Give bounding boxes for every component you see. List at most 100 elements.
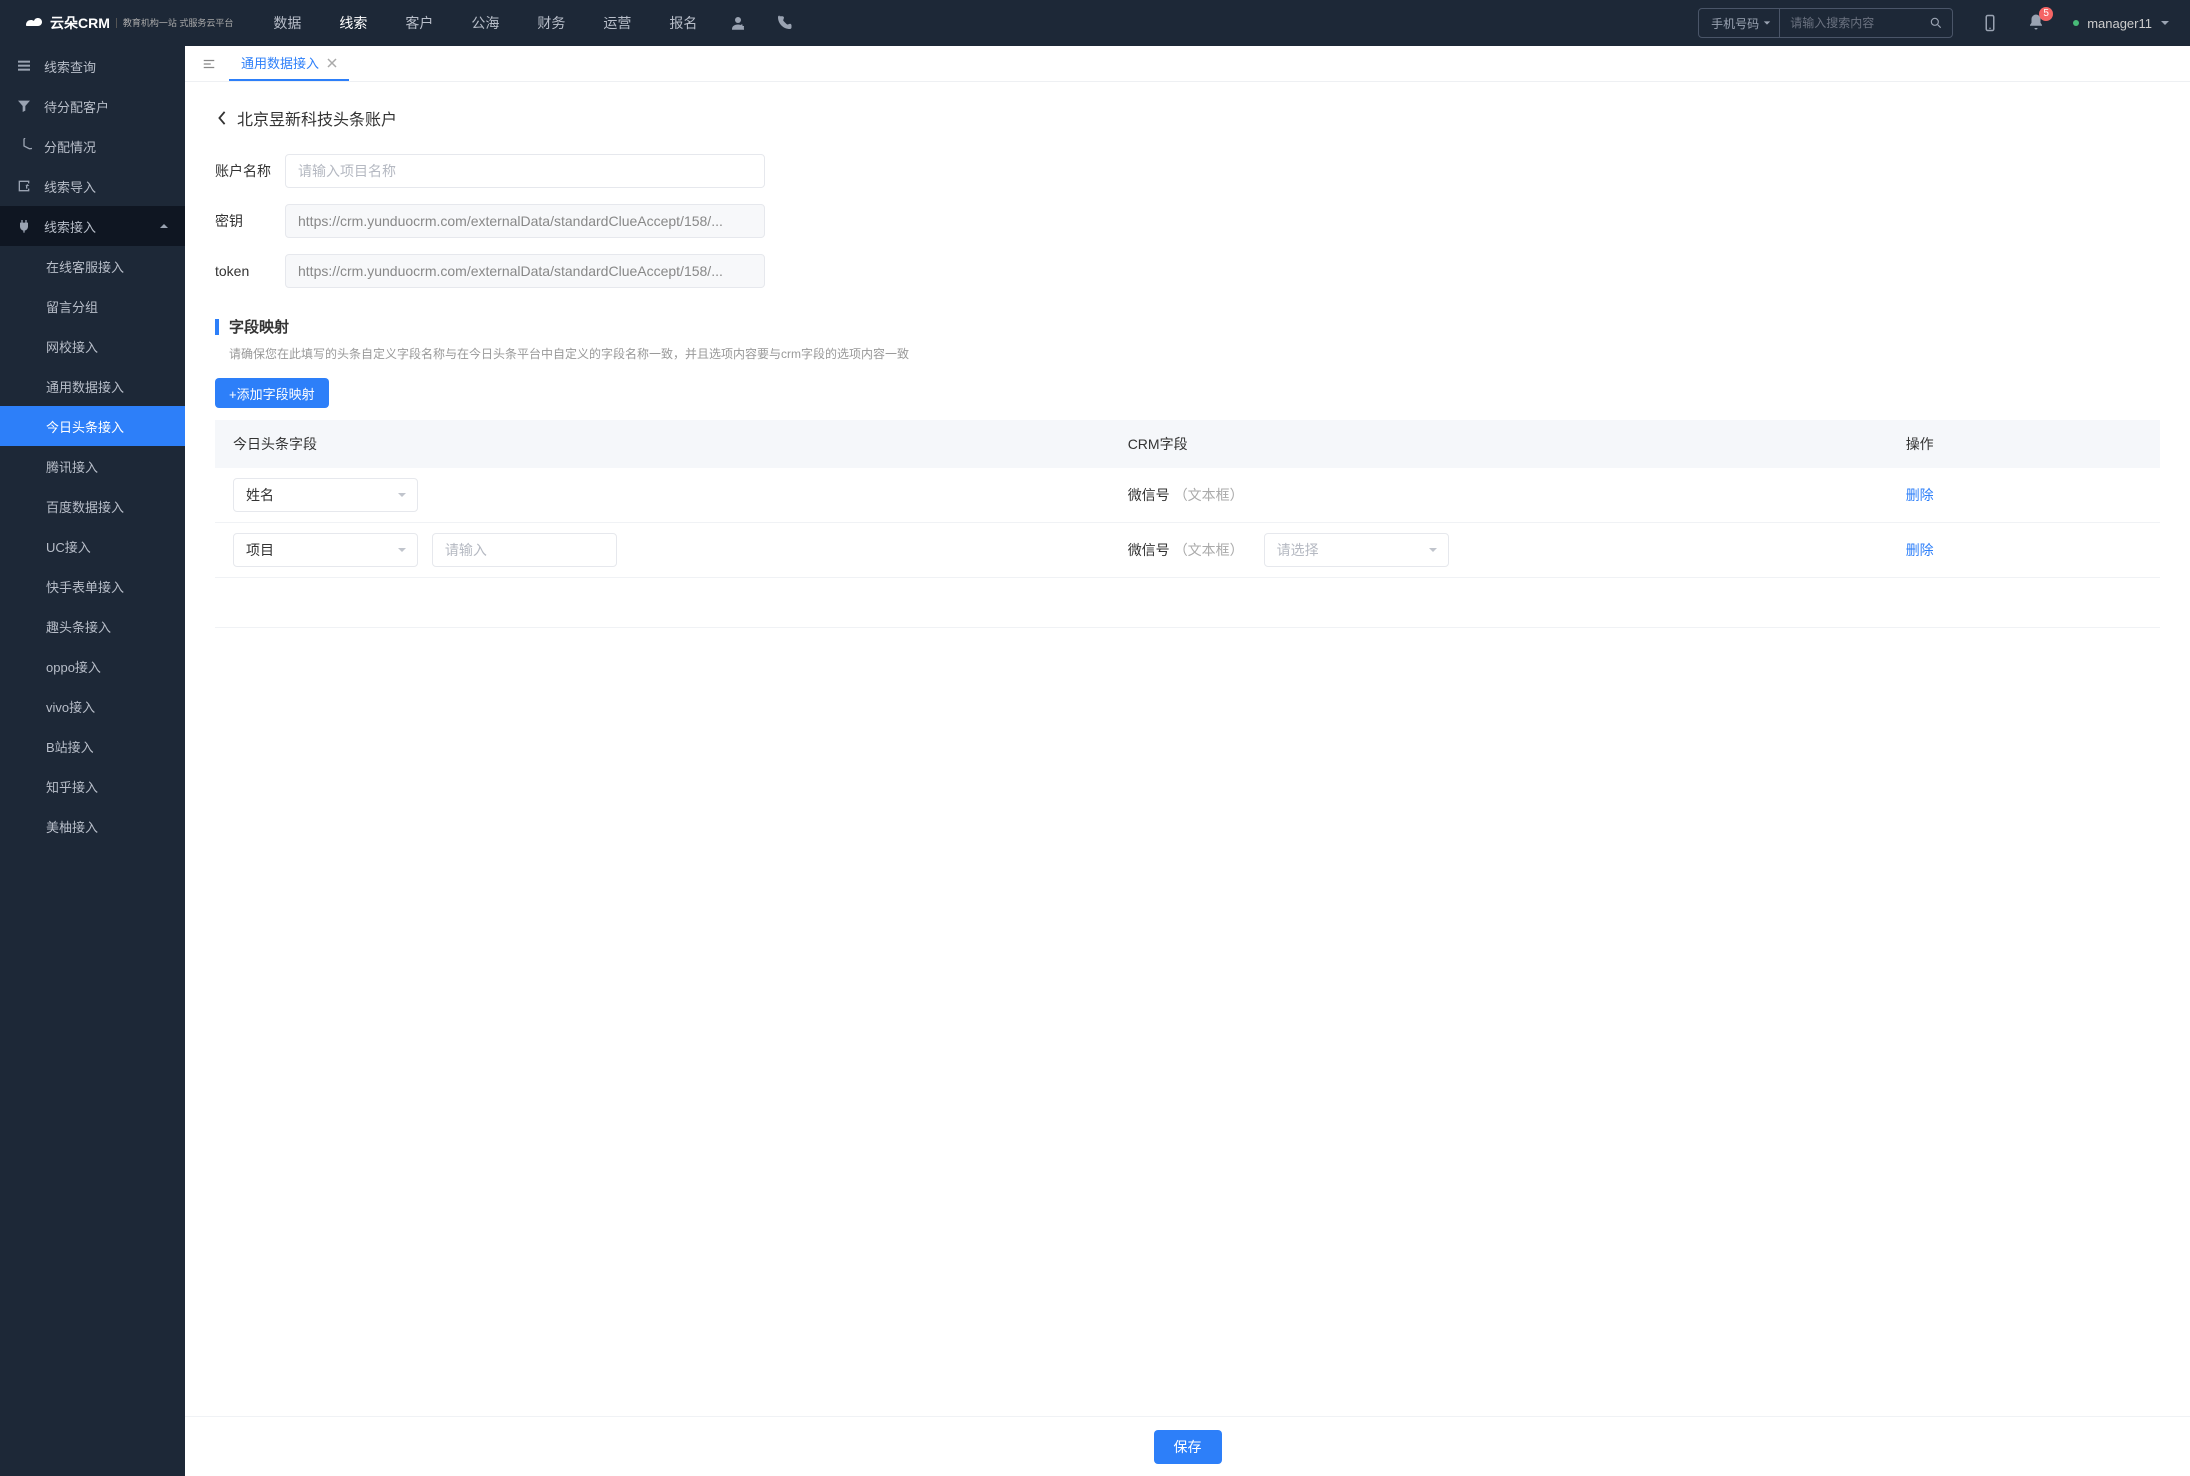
sidebar-sub-vivo[interactable]: vivo接入 xyxy=(0,686,185,726)
top-header: 云朵CRM 教育机构一站 式服务云平台 数据 线索 客户 公海 财务 运营 报名… xyxy=(0,0,2190,46)
sidebar-item-integration[interactable]: 线索接入 xyxy=(0,206,185,246)
delete-link[interactable]: 删除 xyxy=(1906,542,1934,558)
account-label: 账户名称 xyxy=(215,161,285,181)
search-group: 手机号码 xyxy=(1698,8,1953,38)
sidebar-item-import[interactable]: 线索导入 xyxy=(0,166,185,206)
notification-bell[interactable]: 5 xyxy=(2027,13,2045,34)
sidebar-item-allocation[interactable]: 分配情况 xyxy=(0,126,185,166)
user-add-icon[interactable] xyxy=(729,14,747,32)
toutiao-field-select[interactable]: 项目 xyxy=(233,533,418,567)
plug-icon xyxy=(16,218,32,234)
filter-icon xyxy=(16,98,32,114)
collapse-icon xyxy=(202,57,216,71)
sidebar-sub-baidu[interactable]: 百度数据接入 xyxy=(0,486,185,526)
sidebar-sub-bilibili[interactable]: B站接入 xyxy=(0,726,185,766)
breadcrumb[interactable]: 北京昱新科技头条账户 xyxy=(215,106,2160,130)
table-row: 姓名 微信号（文本框） 删除 xyxy=(215,468,2160,523)
nav-data[interactable]: 数据 xyxy=(273,13,301,33)
content: 北京昱新科技头条账户 账户名称 密钥 token 字段映射 请确保您在此填写的头… xyxy=(185,82,2190,1416)
col-toutiao: 今日头条字段 xyxy=(215,420,1110,468)
sidebar-item-clue-query[interactable]: 线索查询 xyxy=(0,46,185,86)
nav-enroll[interactable]: 报名 xyxy=(669,13,697,33)
mobile-icon[interactable] xyxy=(1981,14,1999,32)
nav-finance[interactable]: 财务 xyxy=(537,13,565,33)
crm-field-type: （文本框） xyxy=(1174,542,1244,558)
sidebar-sub-oppo[interactable]: oppo接入 xyxy=(0,646,185,686)
header-icon-group xyxy=(729,14,793,32)
save-button[interactable]: 保存 xyxy=(1154,1430,1222,1464)
logo-subtitle: 教育机构一站 式服务云平台 xyxy=(116,18,234,29)
chevron-down-icon xyxy=(1763,19,1771,27)
section-desc: 请确保您在此填写的头条自定义字段名称与在今日头条平台中自定义的字段名称一致，并且… xyxy=(215,345,2160,362)
sidebar-sub-kuaishou[interactable]: 快手表单接入 xyxy=(0,566,185,606)
back-icon xyxy=(215,111,229,125)
sidebar-sub-tencent[interactable]: 腾讯接入 xyxy=(0,446,185,486)
crm-field-type: （文本框） xyxy=(1174,487,1244,503)
sidebar-sub-toutiao[interactable]: 今日头条接入 xyxy=(0,406,185,446)
tab-generic-data[interactable]: 通用数据接入 xyxy=(229,46,349,81)
col-action: 操作 xyxy=(1888,420,2160,468)
tab-bar: 通用数据接入 xyxy=(185,46,2190,82)
token-label: token xyxy=(215,263,285,279)
logo-icon xyxy=(20,11,44,35)
sidebar-sub-meiyou[interactable]: 美柚接入 xyxy=(0,806,185,846)
tab-label: 通用数据接入 xyxy=(241,53,319,72)
sidebar-sub-online-cs[interactable]: 在线客服接入 xyxy=(0,246,185,286)
footer-bar: 保存 xyxy=(185,1416,2190,1476)
notification-badge: 5 xyxy=(2039,7,2053,21)
chevron-down-icon xyxy=(397,490,407,500)
search-button[interactable] xyxy=(1920,9,1952,37)
search-input[interactable] xyxy=(1780,16,1920,30)
mapping-table: 今日头条字段 CRM字段 操作 姓名 微 xyxy=(215,420,2160,628)
account-input[interactable] xyxy=(285,154,765,188)
pie-icon xyxy=(16,138,32,154)
nav-customers[interactable]: 客户 xyxy=(405,13,433,33)
sidebar-sub-uc[interactable]: UC接入 xyxy=(0,526,185,566)
crm-field-label: 微信号 xyxy=(1128,487,1170,503)
close-icon[interactable] xyxy=(327,58,337,68)
user-menu[interactable]: manager11 xyxy=(2073,16,2170,31)
search-type-label: 手机号码 xyxy=(1711,15,1759,32)
crm-value-select[interactable]: 请选择 xyxy=(1264,533,1449,567)
sidebar-sub-zhihu[interactable]: 知乎接入 xyxy=(0,766,185,806)
sidebar-collapse-button[interactable] xyxy=(193,48,225,80)
add-mapping-button[interactable]: +添加字段映射 xyxy=(215,378,329,408)
crm-field-label: 微信号 xyxy=(1128,542,1170,558)
search-type-select[interactable]: 手机号码 xyxy=(1699,9,1780,37)
chevron-down-icon xyxy=(1428,545,1438,555)
toutiao-custom-input[interactable] xyxy=(432,533,617,567)
sidebar-sub-school[interactable]: 网校接入 xyxy=(0,326,185,366)
nav-clues[interactable]: 线索 xyxy=(339,13,367,33)
chevron-up-icon xyxy=(159,221,169,231)
sidebar: 线索查询 待分配客户 分配情况 线索导入 线索接入 在线客服接入 留言分组 网校… xyxy=(0,46,185,1476)
logo[interactable]: 云朵CRM 教育机构一站 式服务云平台 xyxy=(20,11,233,35)
toutiao-field-select[interactable]: 姓名 xyxy=(233,478,418,512)
page-title: 北京昱新科技头条账户 xyxy=(237,106,397,130)
delete-link[interactable]: 删除 xyxy=(1906,487,1934,503)
import-icon xyxy=(16,178,32,194)
phone-icon[interactable] xyxy=(775,14,793,32)
chevron-down-icon xyxy=(2160,18,2170,28)
nav-ops[interactable]: 运营 xyxy=(603,13,631,33)
user-name: manager11 xyxy=(2087,16,2152,31)
section-title: 字段映射 xyxy=(229,316,289,337)
sidebar-sub-msg-group[interactable]: 留言分组 xyxy=(0,286,185,326)
top-nav: 数据 线索 客户 公海 财务 运营 报名 xyxy=(273,13,697,33)
nav-sea[interactable]: 公海 xyxy=(471,13,499,33)
status-dot xyxy=(2073,20,2079,26)
list-icon xyxy=(16,58,32,74)
table-row-empty xyxy=(215,578,2160,628)
sidebar-item-awaiting[interactable]: 待分配客户 xyxy=(0,86,185,126)
chevron-down-icon xyxy=(397,545,407,555)
search-icon xyxy=(1929,16,1943,30)
sidebar-sub-generic[interactable]: 通用数据接入 xyxy=(0,366,185,406)
logo-text: 云朵CRM xyxy=(50,13,110,33)
main-area: 通用数据接入 北京昱新科技头条账户 账户名称 密钥 token xyxy=(185,46,2190,1476)
section-bar xyxy=(215,319,219,335)
secret-label: 密钥 xyxy=(215,211,285,231)
secret-input[interactable] xyxy=(285,204,765,238)
col-crm: CRM字段 xyxy=(1110,420,1888,468)
sidebar-sub-qutoutiao[interactable]: 趣头条接入 xyxy=(0,606,185,646)
table-row: 项目 微信号（文本框） 请选择 删除 xyxy=(215,523,2160,578)
token-input[interactable] xyxy=(285,254,765,288)
